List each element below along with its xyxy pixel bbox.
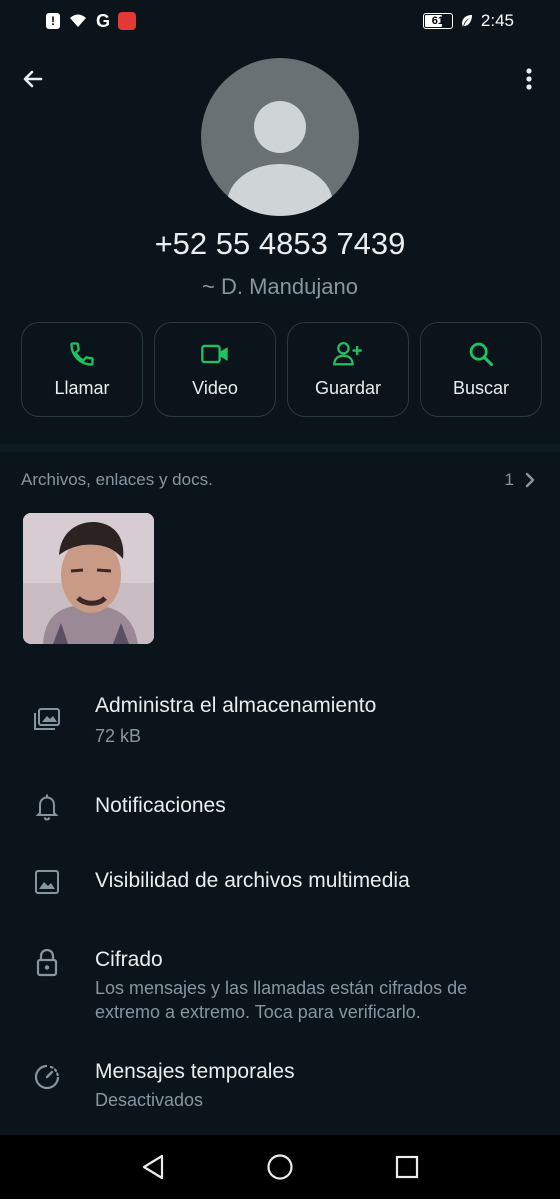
battery-level: 61 <box>431 15 445 27</box>
action-buttons-row: Llamar Video Guardar Buscar <box>21 322 542 417</box>
battery-icon: 61 <box>422 13 453 29</box>
nav-recents-button[interactable] <box>387 1147 427 1187</box>
status-bar: ! G 61 2:45 <box>0 0 560 42</box>
app-notification-icon <box>118 12 137 30</box>
bell-icon <box>32 792 62 822</box>
notifications-title: Notificaciones <box>95 794 226 817</box>
avatar-head-shape <box>254 101 306 153</box>
system-navigation-bar <box>0 1135 560 1199</box>
call-button-label: Llamar <box>54 378 110 398</box>
storage-icon <box>32 704 62 734</box>
media-links-docs-title: Archivos, enlaces y docs. <box>21 470 213 489</box>
encryption-description: Los mensajes y las llamadas están cifrad… <box>95 978 468 1022</box>
disappearing-messages-status: Desactivados <box>95 1090 204 1110</box>
nav-back-button[interactable] <box>133 1147 173 1187</box>
back-button[interactable] <box>16 62 50 96</box>
lock-icon <box>32 948 62 978</box>
contact-nickname: ~ D. Mandujano <box>202 274 358 299</box>
media-visibility-title: Visibilidad de archivos multimedia <box>95 869 410 892</box>
arrow-left-icon <box>23 70 43 88</box>
encryption-title: Cifrado <box>95 948 163 971</box>
contact-phone-number: +52 55 4853 7439 <box>154 226 406 261</box>
add-contact-icon <box>333 342 362 366</box>
contact-avatar[interactable] <box>201 58 359 216</box>
video-icon <box>201 344 228 364</box>
avatar-body-shape <box>227 164 333 216</box>
media-thumbnail[interactable] <box>23 513 154 644</box>
triangle-back-icon <box>143 1154 164 1180</box>
save-contact-button-label: Guardar <box>314 378 382 398</box>
manage-storage-title: Administra el almacenamiento <box>95 694 377 717</box>
clock-time: 2:45 <box>480 11 514 30</box>
wifi-icon <box>68 13 88 29</box>
video-button-label: Video <box>192 378 238 398</box>
photo-thumbnail-image <box>23 513 154 644</box>
media-count: 1 <box>504 470 514 489</box>
search-button-label: Buscar <box>452 378 510 398</box>
nav-home-button[interactable] <box>260 1147 300 1187</box>
save-contact-button[interactable]: Guardar <box>287 322 409 417</box>
search-button[interactable]: Buscar <box>420 322 542 417</box>
manage-storage-size: 72 kB <box>95 726 142 746</box>
call-button[interactable]: Llamar <box>21 322 143 417</box>
media-links-docs-row[interactable]: Archivos, enlaces y docs. 1 <box>21 470 536 490</box>
leaf-icon <box>461 14 473 28</box>
circle-home-icon <box>267 1154 293 1180</box>
image-icon <box>32 867 62 897</box>
square-recents-icon <box>395 1155 418 1179</box>
alert-icon: ! <box>46 13 60 29</box>
media-count-group: 1 <box>505 470 536 490</box>
timer-icon <box>32 1062 62 1092</box>
phone-icon <box>70 342 94 366</box>
search-icon <box>469 342 494 367</box>
carrier-icon: G <box>96 10 111 31</box>
more-vertical-icon <box>526 68 532 90</box>
chevron-right-icon <box>525 472 535 488</box>
section-divider <box>0 444 560 452</box>
disappearing-messages-title: Mensajes temporales <box>95 1060 295 1083</box>
video-button[interactable]: Video <box>154 322 276 417</box>
more-options-button[interactable] <box>512 62 546 96</box>
